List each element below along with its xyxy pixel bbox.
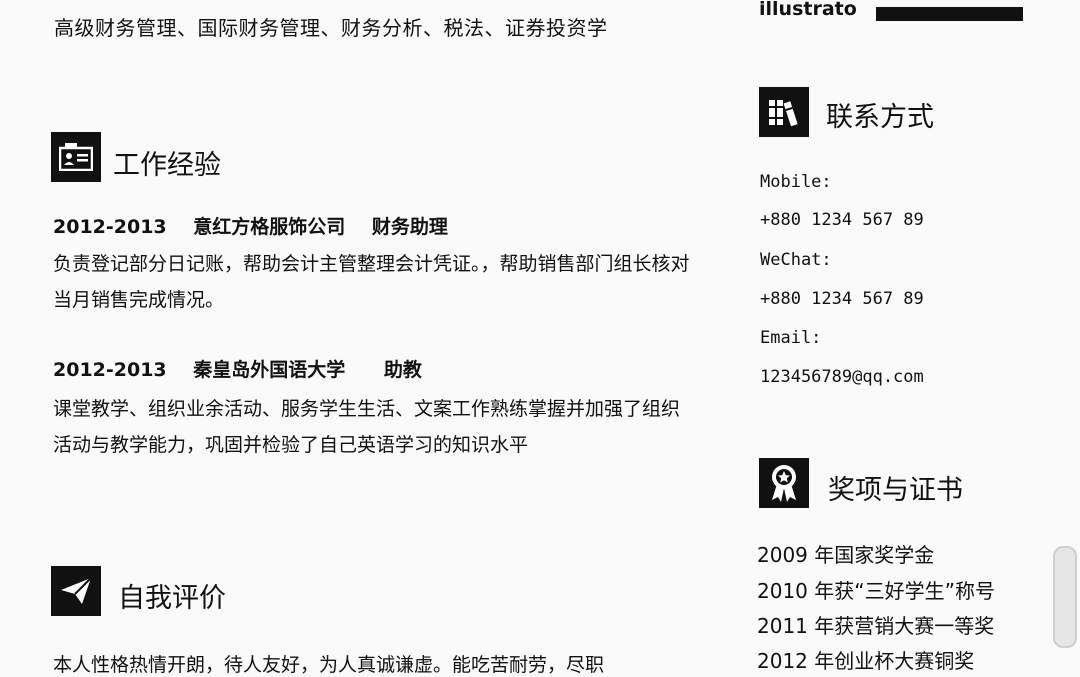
contact-title: 联系方式 (826, 102, 934, 133)
education-courses: 高级财务管理、国际财务管理、财务分析、税法、证券投资学 (54, 16, 608, 40)
skill-name: illustrato (759, 0, 857, 20)
award-item: 2009 年国家奖学金 (757, 543, 935, 567)
mobile-value: +880 1234 567 89 (760, 210, 924, 230)
paper-plane-icon (51, 566, 101, 616)
job-period: 2012-2013 (53, 359, 167, 381)
job-header: 2012-2013 意红方格服饰公司 财务助理 (53, 212, 448, 239)
email-value[interactable]: 123456789@qq.com (760, 367, 924, 387)
self-eval-title: 自我评价 (118, 583, 226, 614)
job-description: 课堂教学、组织业余活动、服务学生生活、文案工作熟练掌握并加强了组织活动与教学能力… (53, 398, 681, 456)
award-item: 2011 年获营销大赛一等奖 (757, 614, 995, 638)
mobile-label: Mobile: (760, 172, 832, 192)
id-card-icon (51, 132, 101, 182)
self-eval-text: 本人性格热情开朗，待人友好，为人真诚谦虚。能吃苦耐劳，尽职 (53, 654, 605, 676)
books-icon (759, 87, 809, 137)
job-header: 2012-2013 秦皇岛外国语大学 助教 (53, 355, 422, 382)
wechat-value: +880 1234 567 89 (760, 289, 924, 309)
job-company: 秦皇岛外国语大学 (193, 359, 346, 381)
work-section-title: 工作经验 (113, 150, 221, 181)
email-label: Email: (760, 328, 822, 348)
award-item: 2010 年获“三好学生”称号 (757, 579, 995, 603)
scrollbar-thumb[interactable] (1053, 546, 1077, 648)
wechat-label: WeChat: (760, 250, 832, 270)
awards-title: 奖项与证书 (828, 475, 963, 506)
award-item: 2012 年创业杯大赛铜奖 (757, 649, 975, 673)
skill-level-bar (876, 7, 1023, 21)
job-period: 2012-2013 (53, 216, 167, 238)
job-role: 助教 (383, 359, 422, 381)
job-company: 意红方格服饰公司 (193, 216, 346, 238)
job-role: 财务助理 (371, 216, 448, 238)
job-description: 负责登记部分日记账，帮助会计主管整理会计凭证。，帮助销售部门组长核对当月销售完成… (53, 253, 690, 311)
award-ribbon-icon (759, 458, 809, 508)
